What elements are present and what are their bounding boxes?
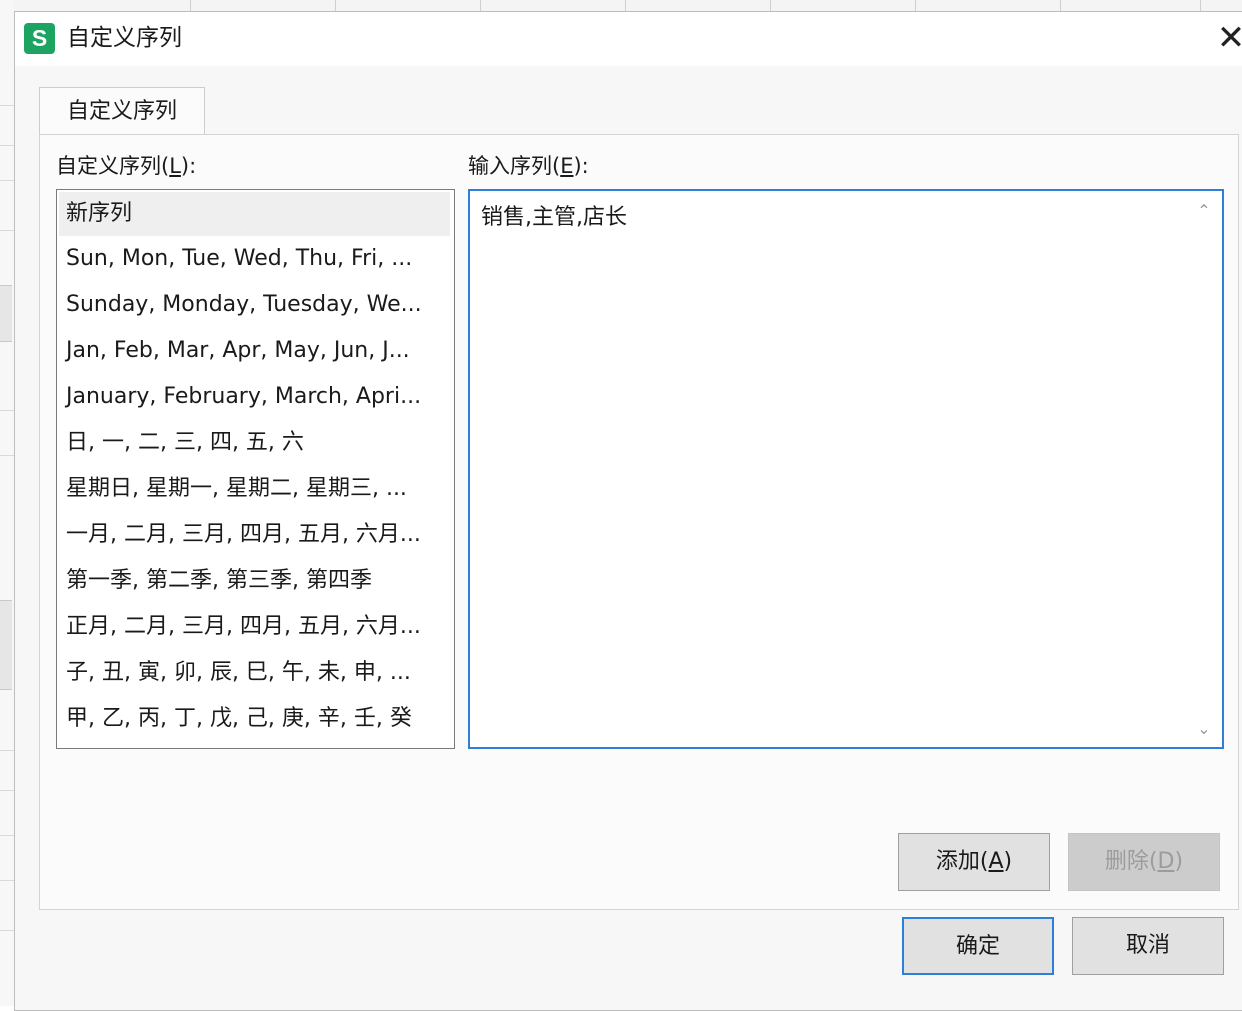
cancel-button[interactable]: 取消 [1072, 917, 1224, 975]
label-text: 自定义序列( [56, 154, 170, 178]
grid-line [0, 880, 14, 881]
list-item[interactable]: 正月, 二月, 三月, 四月, 五月, 六月... [57, 604, 454, 650]
grid-line [0, 930, 14, 931]
list-item[interactable]: Sunday, Monday, Tuesday, We... [57, 282, 454, 328]
background-sheet-tab [0, 285, 12, 342]
background-sheet-tab [0, 600, 12, 690]
custom-sequence-dialog: S 自定义序列 ✕ 自定义序列 自定义序列(L): 输入序列(E): 新序列 Su… [14, 11, 1242, 1011]
list-item[interactable]: 日, 一, 二, 三, 四, 五, 六 [57, 420, 454, 466]
button-label: 添加( [935, 849, 989, 874]
scroll-down-icon[interactable]: ⌄ [1192, 717, 1216, 741]
grid-line [0, 750, 14, 751]
close-button[interactable]: ✕ [1213, 20, 1242, 56]
mnemonic-key: D [1157, 849, 1175, 874]
close-icon: ✕ [1216, 18, 1242, 58]
custom-sequence-list[interactable]: 新序列 Sun, Mon, Tue, Wed, Thu, Fri, ... Sund… [56, 189, 455, 749]
grid-line [0, 180, 14, 181]
mnemonic-key: E [560, 154, 574, 178]
button-label: 删除( [1104, 849, 1158, 874]
app-logo-icon: S [24, 23, 55, 54]
label-text: 输入序列( [468, 154, 561, 178]
button-suffix: ) [1174, 849, 1184, 874]
tab-bar: 自定义序列 [39, 87, 205, 137]
input-sequence-textarea[interactable]: 销售,主管,店长 ⌃ ⌄ [468, 189, 1224, 749]
ok-button[interactable]: 确定 [902, 917, 1054, 975]
grid-line [0, 410, 14, 411]
grid-line [0, 145, 14, 146]
grid-line [0, 835, 14, 836]
background-row-strip [0, 0, 14, 1006]
list-item[interactable]: 星期日, 星期一, 星期二, 星期三, ... [57, 466, 454, 512]
dialog-title: 自定义序列 [67, 25, 182, 51]
list-item[interactable]: 甲, 乙, 丙, 丁, 戊, 己, 庚, 辛, 壬, 癸 [57, 696, 454, 742]
label-suffix: ): [180, 154, 197, 178]
list-item[interactable]: 新序列 [59, 192, 450, 236]
add-button[interactable]: 添加(A) [898, 833, 1050, 891]
label-suffix: ): [573, 154, 589, 178]
list-item[interactable]: 子, 丑, 寅, 卯, 辰, 巳, 午, 未, 申, ... [57, 650, 454, 696]
grid-line [0, 105, 14, 106]
list-item[interactable]: Sun, Mon, Tue, Wed, Thu, Fri, ... [57, 236, 454, 282]
delete-button[interactable]: 删除(D) [1068, 833, 1220, 891]
title-bar[interactable]: S 自定义序列 ✕ [15, 12, 1242, 66]
grid-line [0, 455, 14, 456]
input-sequence-label: 输入序列(E): [468, 151, 589, 181]
tab-panel: 自定义序列(L): 输入序列(E): 新序列 Sun, Mon, Tue, Wed… [39, 134, 1239, 910]
mnemonic-key: L [169, 154, 181, 178]
grid-line [0, 790, 14, 791]
scroll-up-icon[interactable]: ⌃ [1192, 199, 1216, 223]
mnemonic-key: A [988, 849, 1004, 874]
tab-custom-sequence[interactable]: 自定义序列 [39, 87, 205, 137]
list-item[interactable]: 一月, 二月, 三月, 四月, 五月, 六月... [57, 512, 454, 558]
list-item[interactable]: January, February, March, Apri... [57, 374, 454, 420]
custom-sequence-list-label: 自定义序列(L): [56, 151, 196, 181]
button-suffix: ) [1003, 849, 1013, 874]
list-item[interactable]: Jan, Feb, Mar, Apr, May, Jun, J... [57, 328, 454, 374]
grid-line [0, 230, 14, 231]
input-sequence-value[interactable]: 销售,主管,店长 [481, 203, 627, 233]
list-item[interactable]: 第一季, 第二季, 第三季, 第四季 [57, 558, 454, 604]
